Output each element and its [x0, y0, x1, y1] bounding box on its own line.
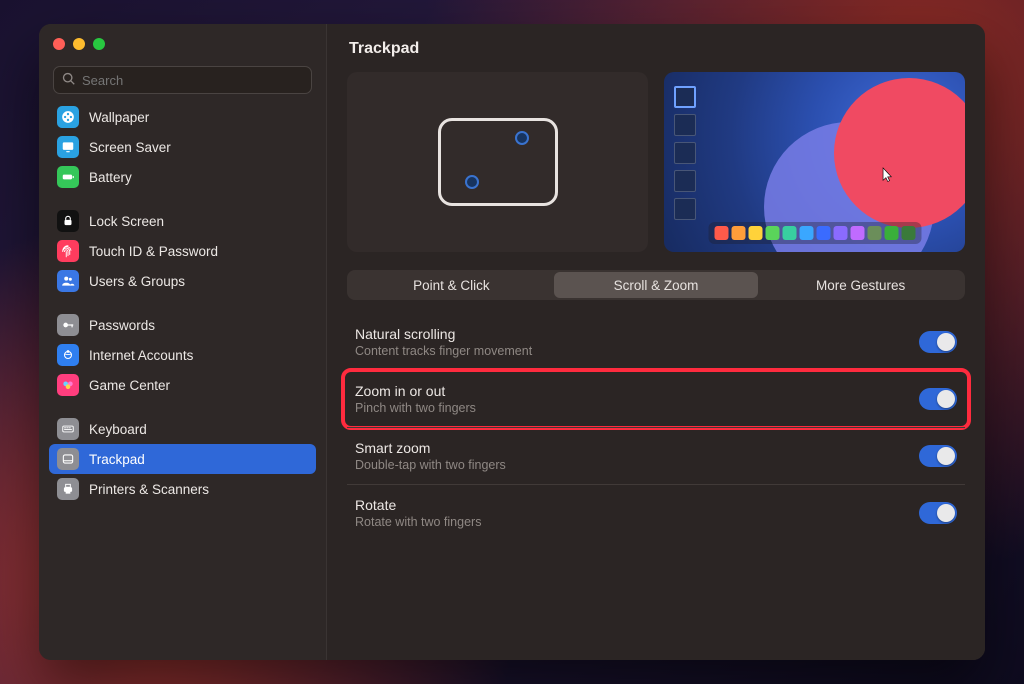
- sidebar-item-label: Game Center: [89, 378, 170, 393]
- setting-row-smartzoom: Smart zoom Double-tap with two fingers: [347, 427, 965, 484]
- sidebar-item-label: Users & Groups: [89, 274, 185, 289]
- passwords-icon: [57, 314, 79, 336]
- sidebar-item-gamecenter[interactable]: Game Center: [49, 370, 316, 400]
- sidebar-item-label: Touch ID & Password: [89, 244, 218, 259]
- finger-dot-icon: [515, 131, 529, 145]
- sidebar-item-touchid[interactable]: Touch ID & Password: [49, 236, 316, 266]
- setting-row-rotate: Rotate Rotate with two fingers: [347, 484, 965, 541]
- toggle-smartzoom[interactable]: [919, 445, 957, 467]
- tab-scroll[interactable]: Scroll & Zoom: [554, 272, 759, 298]
- cursor-icon: [882, 167, 893, 183]
- internetaccounts-icon: [57, 344, 79, 366]
- settings-window: Wallpaper Screen Saver Battery Lock Screen T…: [39, 24, 985, 660]
- search-input[interactable]: [82, 73, 303, 88]
- gamecenter-icon: [57, 374, 79, 396]
- sidebar-item-label: Internet Accounts: [89, 348, 193, 363]
- search-icon: [62, 72, 76, 89]
- setting-subtitle: Content tracks finger movement: [355, 344, 532, 358]
- trackpad-glyph: [438, 118, 558, 206]
- toggle-natural[interactable]: [919, 331, 957, 353]
- minimize-window-button[interactable]: [73, 38, 85, 50]
- sidebar-item-lockscreen[interactable]: Lock Screen: [49, 206, 316, 236]
- sidebar-item-label: Screen Saver: [89, 140, 171, 155]
- setting-subtitle: Double-tap with two fingers: [355, 458, 506, 472]
- settings-list: Natural scrolling Content tracks finger m…: [347, 314, 965, 541]
- sidebar-item-label: Passwords: [89, 318, 155, 333]
- gesture-preview-display: [664, 72, 965, 252]
- main-panel: Trackpad Point & ClickScroll &: [327, 24, 985, 660]
- toggle-zoom[interactable]: [919, 388, 957, 410]
- trackpad-icon: [57, 448, 79, 470]
- tab-gestures[interactable]: More Gestures: [758, 272, 963, 298]
- color-swatch-column: [674, 86, 696, 220]
- sidebar-item-trackpad[interactable]: Trackpad: [49, 444, 316, 474]
- setting-row-natural: Natural scrolling Content tracks finger m…: [347, 314, 965, 370]
- setting-title: Smart zoom: [355, 440, 506, 456]
- gesture-preview-trackpad: [347, 72, 648, 252]
- setting-title: Natural scrolling: [355, 326, 532, 342]
- printers-icon: [57, 478, 79, 500]
- sidebar-item-label: Keyboard: [89, 422, 147, 437]
- sidebar-item-battery[interactable]: Battery: [49, 162, 316, 192]
- tab-bar: Point & ClickScroll & ZoomMore Gestures: [347, 270, 965, 300]
- tab-point[interactable]: Point & Click: [349, 272, 554, 298]
- setting-title: Zoom in or out: [355, 383, 476, 399]
- keyboard-icon: [57, 418, 79, 440]
- lockscreen-icon: [57, 210, 79, 232]
- setting-subtitle: Pinch with two fingers: [355, 401, 476, 415]
- sidebar-item-passwords[interactable]: Passwords: [49, 310, 316, 340]
- toggle-rotate[interactable]: [919, 502, 957, 524]
- screensaver-icon: [57, 136, 79, 158]
- preview-dock: [708, 222, 921, 244]
- page-title: Trackpad: [347, 40, 965, 72]
- sidebar-item-printers[interactable]: Printers & Scanners: [49, 474, 316, 504]
- close-window-button[interactable]: [53, 38, 65, 50]
- wallpaper-icon: [57, 106, 79, 128]
- window-controls: [39, 24, 326, 54]
- search-field[interactable]: [53, 66, 312, 94]
- sidebar-item-users[interactable]: Users & Groups: [49, 266, 316, 296]
- fullscreen-window-button[interactable]: [93, 38, 105, 50]
- sidebar: Wallpaper Screen Saver Battery Lock Screen T…: [39, 24, 327, 660]
- setting-title: Rotate: [355, 497, 481, 513]
- touchid-icon: [57, 240, 79, 262]
- finger-dot-icon: [465, 175, 479, 189]
- battery-icon: [57, 166, 79, 188]
- sidebar-item-keyboard[interactable]: Keyboard: [49, 414, 316, 444]
- sidebar-item-internetaccounts[interactable]: Internet Accounts: [49, 340, 316, 370]
- sidebar-item-label: Battery: [89, 170, 132, 185]
- setting-row-zoom: Zoom in or out Pinch with two fingers: [347, 370, 965, 427]
- users-icon: [57, 270, 79, 292]
- sidebar-item-label: Trackpad: [89, 452, 145, 467]
- sidebar-item-label: Printers & Scanners: [89, 482, 209, 497]
- sidebar-item-label: Lock Screen: [89, 214, 164, 229]
- sidebar-item-screensaver[interactable]: Screen Saver: [49, 132, 316, 162]
- sidebar-item-wallpaper[interactable]: Wallpaper: [49, 102, 316, 132]
- setting-subtitle: Rotate with two fingers: [355, 515, 481, 529]
- sidebar-item-label: Wallpaper: [89, 110, 149, 125]
